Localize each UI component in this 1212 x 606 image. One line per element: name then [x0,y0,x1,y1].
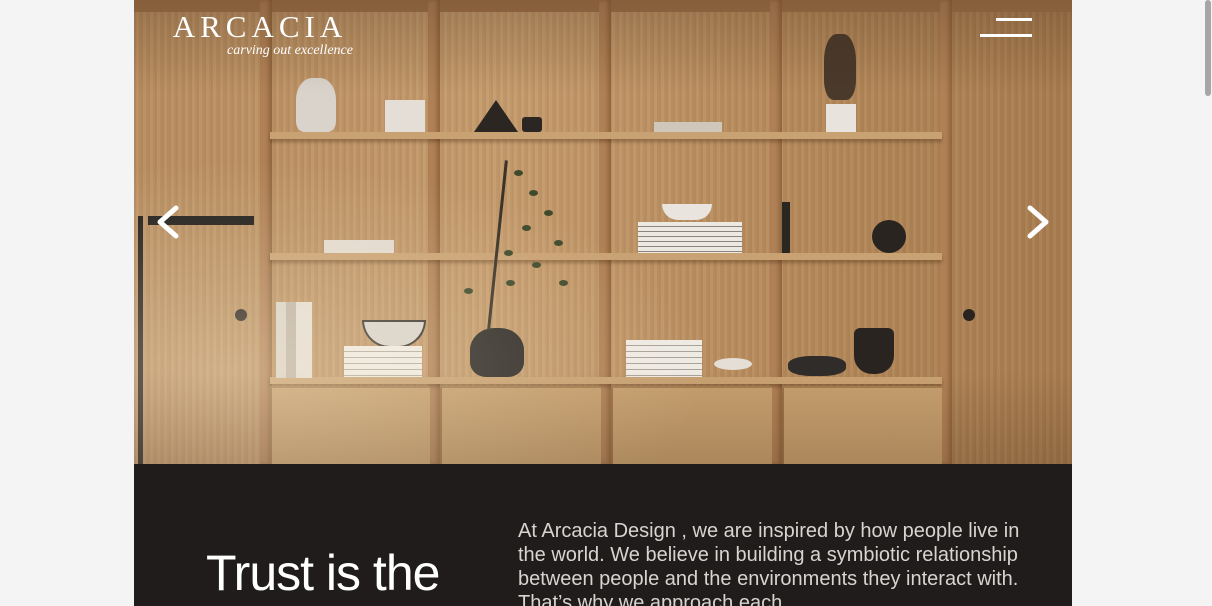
intro-section: Trust is the At Arcacia Design , we are … [134,464,1072,606]
hamburger-menu-icon[interactable] [980,16,1034,42]
menu-line [996,18,1032,21]
chevron-right-icon[interactable] [1018,200,1058,244]
menu-line [980,34,1032,37]
intro-paragraph: At Arcacia Design , we are inspired by h… [518,520,1020,606]
scrollbar-thumb[interactable] [1205,0,1211,96]
page-container: ARCACIA carving out excellence Trust is … [134,0,1072,606]
chevron-left-svg [157,205,179,239]
hero-slider: ARCACIA carving out excellence [134,0,1072,464]
logo-tagline: carving out excellence [227,43,353,58]
lighting-overlay [134,0,1072,464]
chevron-right-svg [1027,205,1049,239]
brand-logo[interactable]: ARCACIA carving out excellence [160,10,360,62]
chevron-left-icon[interactable] [148,200,188,244]
intro-heading: Trust is the [206,545,440,601]
logo-wordmark: ARCACIA [172,9,348,44]
